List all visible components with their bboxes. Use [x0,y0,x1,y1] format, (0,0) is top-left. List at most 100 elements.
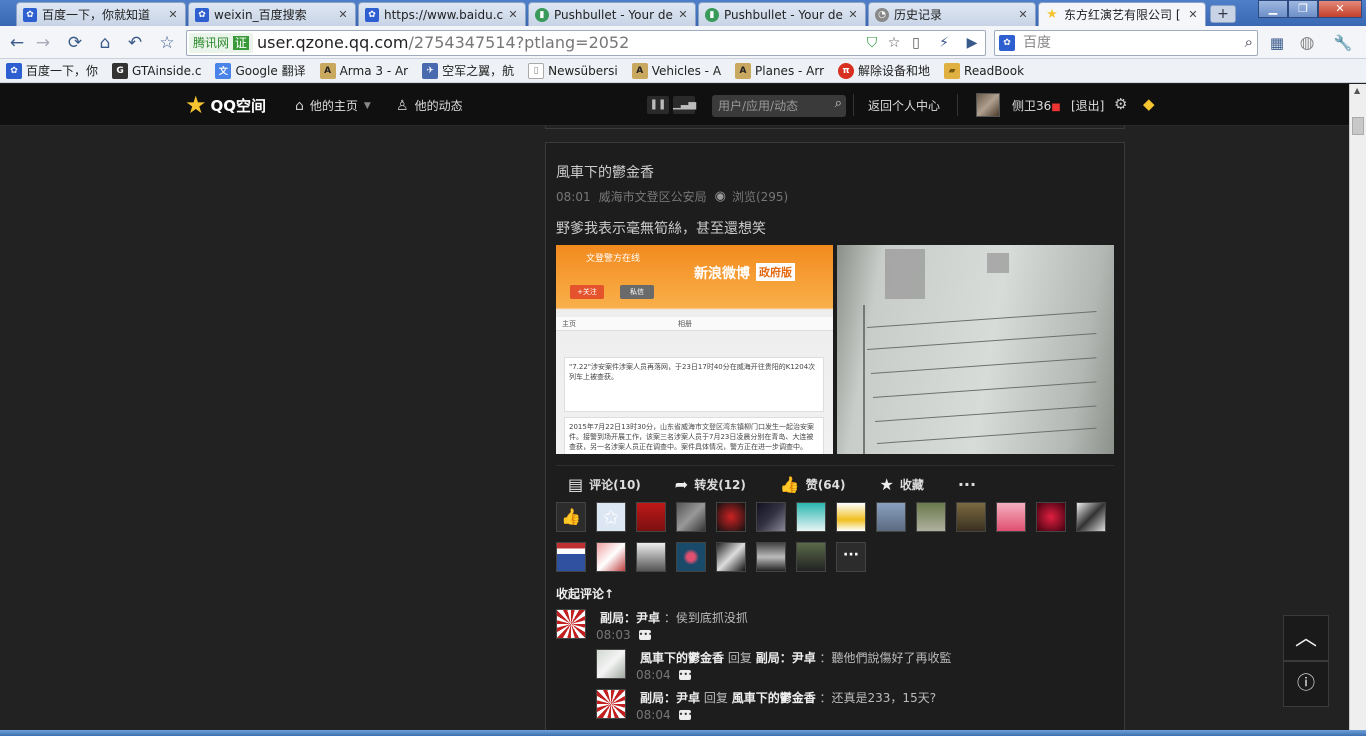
avatar[interactable] [556,542,586,572]
avatar[interactable] [676,542,706,572]
close-window-icon[interactable]: ✕ [1318,0,1362,18]
scroll-thumb[interactable] [1352,117,1364,135]
avatar[interactable] [596,649,626,679]
avatar[interactable] [596,689,626,719]
tab-pushbullet-2[interactable]: ▮ Pushbullet - Your de ✕ [698,2,866,26]
star-outline-icon[interactable]: ☆ [885,34,903,52]
avatar[interactable] [1036,502,1066,532]
avatar[interactable] [796,502,826,532]
back-arrow-icon[interactable]: ← [6,32,28,54]
avatar[interactable] [636,502,666,532]
avatar[interactable] [716,502,746,532]
avatar[interactable] [716,542,746,572]
avatar[interactable] [676,502,706,532]
avatar[interactable] [636,542,666,572]
favorite-button[interactable]: ★ 收藏 [879,475,923,494]
tab-qzone-active[interactable]: ★ 东方红演艺有限公司 [ ✕ [1038,2,1206,26]
post-photo-document[interactable] [837,245,1114,454]
gear-icon[interactable]: ⚙ [1114,95,1127,113]
avatar[interactable] [996,502,1026,532]
page-icon[interactable]: ▯ [907,34,925,52]
tab-weixin-search[interactable]: ✿ weixin_百度搜索 ✕ [188,2,356,26]
address-bar[interactable]: 腾讯网 证 user.qzone.qq.com/2754347514?ptlan… [186,30,986,56]
nav-his-home[interactable]: ⌂ 他的主页 ▼ [295,97,371,114]
tab-close-icon[interactable]: ✕ [507,8,519,21]
globe-icon[interactable]: ◍ [1296,32,1318,54]
tab-close-icon[interactable]: ✕ [847,8,859,21]
avatar[interactable] [876,502,906,532]
pause-view-icon[interactable]: ❚❚ [647,96,669,114]
reload-icon[interactable]: ⟳ [64,32,86,54]
reply-bubble-icon[interactable]: ••• [678,670,693,680]
tab-close-icon[interactable]: ✕ [1017,8,1029,21]
tab-close-icon[interactable]: ✕ [337,8,349,21]
avatar[interactable] [976,93,1000,117]
nav-his-feed[interactable]: ♙ 他的动态 [396,97,463,114]
reply-target[interactable]: 風車下的鬱金香 [732,691,816,705]
reply-author[interactable]: 副局：尹卓 [640,691,700,705]
avatar[interactable]: ✩ [596,502,626,532]
site-identity-badge[interactable]: 腾讯网 证 [189,33,253,53]
bookmark-star-icon[interactable]: ☆ [156,32,178,54]
avatar[interactable] [596,542,626,572]
collapse-comments-link[interactable]: 收起评论↑ [556,585,614,602]
reply-bubble-icon[interactable]: ••• [638,630,653,640]
tab-close-icon[interactable]: ✕ [167,8,179,21]
scroll-up-icon[interactable]: ▲ [1354,86,1360,95]
tab-close-icon[interactable]: ✕ [677,8,689,21]
bookmark-item[interactable]: G GTAinside.c [112,62,201,79]
avatar[interactable] [756,542,786,572]
bookmark-item[interactable]: ✿ 百度一下，你 [6,62,98,79]
search-icon[interactable]: ⌕ [1245,33,1253,51]
reply-target[interactable]: 副局：尹卓 [756,651,816,665]
qzone-search-input[interactable]: 用户/应用/动态 ⌕ [712,95,846,117]
post-photo-weibo-screenshot[interactable]: 文登警方在线 新浪微博 政府版 +关注 私信 主页 相册 "7.22"涉安案件涉… [556,245,833,454]
diamond-icon[interactable]: ◆ [1143,95,1155,113]
wrench-menu-icon[interactable]: 🔧 [1332,32,1354,54]
feedback-button[interactable]: ⓘ [1283,661,1329,707]
tab-close-icon[interactable]: ✕ [1187,8,1199,21]
chart-view-icon[interactable]: ▁▃▅ [673,96,696,114]
bookmark-item[interactable]: A Planes - Arr [735,62,824,79]
search-box[interactable]: ✿ 百度 ⌕ [994,30,1258,56]
comment-author[interactable]: 副局：尹卓 [600,611,660,625]
more-actions-button[interactable]: ··· [958,475,976,494]
bookmark-item[interactable]: ▯ Newsübersi [528,62,618,79]
restore-icon[interactable]: ❐ [1288,0,1318,18]
more-likers-button[interactable]: ··· [836,542,866,572]
comment-button[interactable]: ▤ 评论(10) [568,475,641,494]
avatar[interactable] [556,609,586,639]
tab-history[interactable]: ◔ 历史记录 ✕ [868,2,1036,26]
home-icon[interactable]: ⌂ [94,32,116,54]
bookmark-item[interactable]: ▰ ReadBook [944,62,1024,79]
post-location[interactable]: 威海市文登区公安局 [599,188,707,205]
back-to-center-link[interactable]: 返回个人中心 [868,97,940,114]
like-button[interactable]: 👍 赞(64) [780,475,846,494]
qzone-logo[interactable]: ★ QQ空间 [185,93,266,117]
bookmark-item[interactable]: 文 Google 翻译 [215,62,306,79]
avatar[interactable] [796,542,826,572]
tab-baidu-home[interactable]: ✿ 百度一下，你就知道 ✕ [16,2,186,26]
shield-icon[interactable]: ⛉ [863,34,881,52]
back-to-top-button[interactable]: ︿ [1283,615,1329,661]
bookmark-item[interactable]: A Vehicles - A [631,62,721,79]
bookmark-item[interactable]: ✈ 空军之翼，航 [422,62,514,79]
logout-link[interactable]: [退出] [1071,97,1104,114]
extensions-grid-icon[interactable]: ▦ [1266,32,1288,54]
forward-arrow-icon[interactable]: → [32,32,54,54]
search-icon[interactable]: ⌕ [835,96,842,111]
user-name-link[interactable]: 侧卫36■ [1012,97,1061,114]
new-tab-button[interactable]: + [1210,5,1236,23]
undo-close-icon[interactable]: ↶ [124,32,146,54]
forward-button[interactable]: ➦ 转发(12) [675,475,746,494]
url-text[interactable]: user.qzone.qq.com/2754347514?ptlang=2052 [257,31,629,55]
avatar[interactable] [916,502,946,532]
bookmark-item[interactable]: π 解除设备和地 [838,62,930,79]
lightning-icon[interactable]: ⚡ [935,34,953,52]
tab-pushbullet-1[interactable]: ▮ Pushbullet - Your de ✕ [528,2,696,26]
reply-author[interactable]: 風車下的鬱金香 [640,651,724,665]
avatar[interactable] [756,502,786,532]
minimize-icon[interactable]: ▁ [1258,0,1288,18]
avatar[interactable] [836,502,866,532]
avatar[interactable] [956,502,986,532]
